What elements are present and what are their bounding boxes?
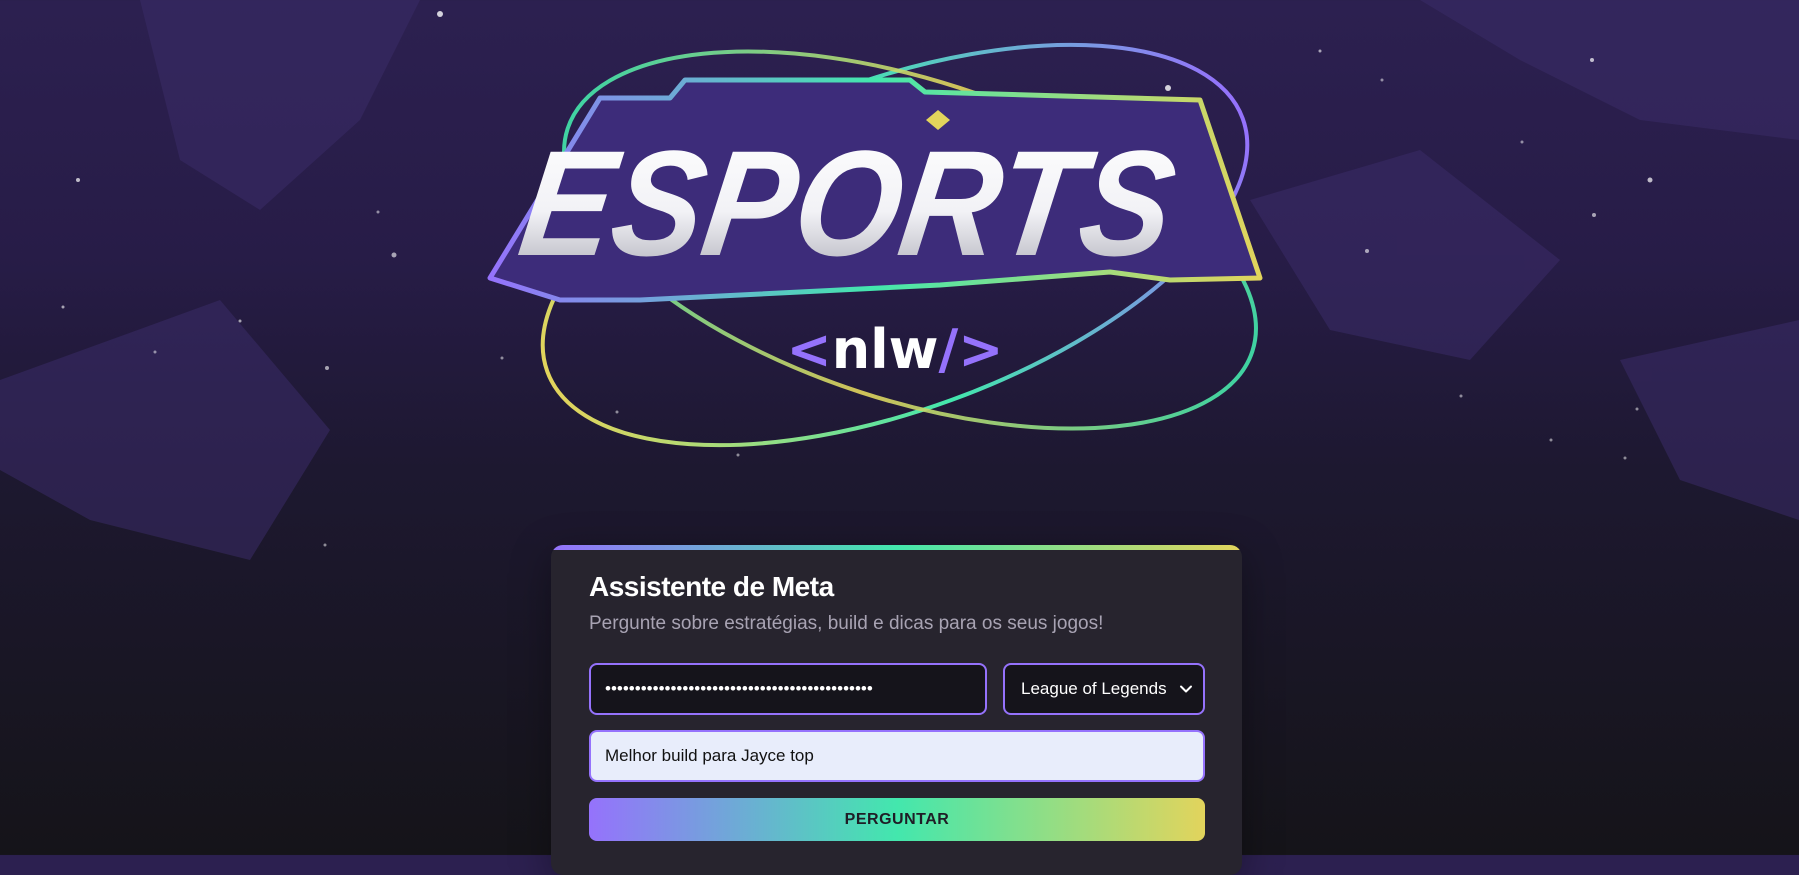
chevron-down-icon bbox=[1180, 685, 1192, 693]
gradient-top-border bbox=[551, 545, 1242, 550]
esports-wordmark: ESPORTS bbox=[511, 120, 1184, 287]
page-title: Assistente de Meta bbox=[589, 571, 834, 602]
ask-button[interactable]: PERGUNTAR bbox=[589, 798, 1205, 841]
meta-assistant-card: Assistente de Meta Pergunte sobre estrat… bbox=[551, 545, 1242, 875]
question-input[interactable]: Melhor build para Jayce top bbox=[589, 730, 1205, 782]
api-key-input[interactable]: ••••••••••••••••••••••••••••••••••••••••… bbox=[589, 663, 987, 715]
nlw-tagline: <nlw/> bbox=[786, 318, 1003, 381]
game-select-value: League of Legends bbox=[1021, 679, 1167, 698]
game-select[interactable]: League of Legends bbox=[1003, 663, 1205, 715]
esports-nlw-logo: ESPORTS <nlw/> bbox=[487, 42, 1263, 448]
page-subtitle: Pergunte sobre estratégias, build e dica… bbox=[589, 613, 1104, 634]
